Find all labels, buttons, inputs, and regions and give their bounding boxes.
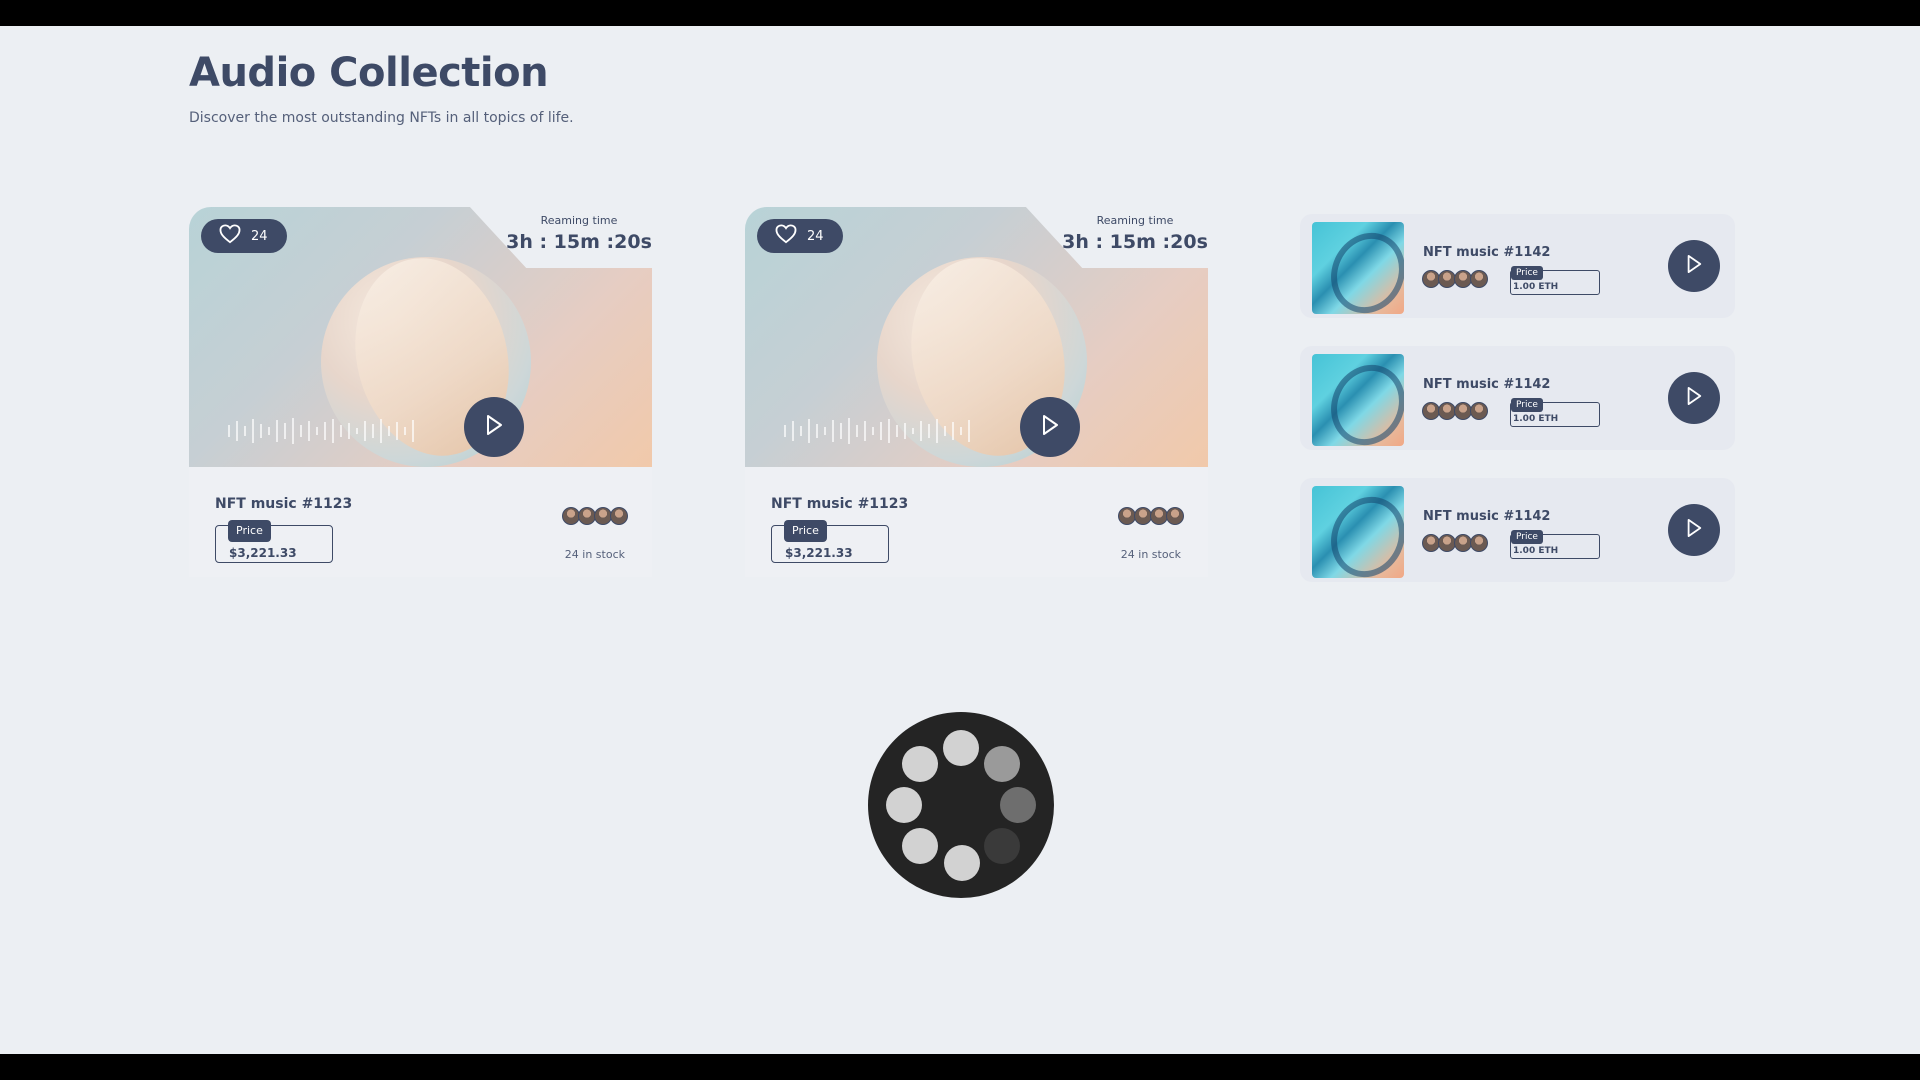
like-count: 24 bbox=[251, 228, 268, 244]
play-button[interactable] bbox=[1668, 504, 1720, 556]
stock-count: 24 in stock bbox=[564, 548, 625, 561]
spinner-dot bbox=[902, 746, 938, 782]
featured-card[interactable]: 24 Reaming time 3h : 15m :20s NFT music … bbox=[745, 206, 1245, 577]
price-box: Price 1.00 ETH bbox=[1510, 530, 1600, 559]
letterbox-top bbox=[0, 0, 1920, 26]
play-button[interactable] bbox=[1668, 240, 1720, 292]
remaining-time: 3h : 15m :20s bbox=[506, 231, 652, 253]
waveform bbox=[228, 418, 414, 444]
price-label: Price bbox=[784, 520, 827, 542]
nft-title: NFT music #1123 bbox=[215, 496, 353, 512]
card-info: NFT music #1123 Price $3,221.33 24 in st… bbox=[745, 467, 1208, 577]
heart-icon bbox=[775, 224, 797, 248]
price-value: 1.00 ETH bbox=[1513, 414, 1559, 424]
like-count: 24 bbox=[807, 228, 824, 244]
like-button[interactable]: 24 bbox=[757, 219, 843, 253]
page-title: Audio Collection bbox=[189, 50, 549, 96]
price-box: Price 1.00 ETH bbox=[1510, 398, 1600, 427]
nft-title: NFT music #1142 bbox=[1423, 377, 1551, 392]
nft-thumbnail bbox=[1312, 354, 1404, 446]
play-icon bbox=[1685, 254, 1703, 278]
remaining-time-label: Reaming time bbox=[540, 214, 618, 227]
avatar bbox=[1166, 507, 1184, 525]
spinner-dot bbox=[902, 828, 938, 864]
spinner-dot bbox=[984, 746, 1020, 782]
card-info: NFT music #1123 Price $3,221.33 24 in st… bbox=[189, 467, 652, 577]
letterbox-bottom bbox=[0, 1054, 1920, 1080]
spinner-dot bbox=[984, 828, 1020, 864]
nft-thumbnail bbox=[1312, 222, 1404, 314]
price-label: Price bbox=[1511, 398, 1543, 412]
owner-avatars bbox=[562, 507, 628, 525]
like-button[interactable]: 24 bbox=[201, 219, 287, 253]
price-label: Price bbox=[1511, 266, 1543, 280]
owner-avatars bbox=[1422, 534, 1488, 552]
play-icon bbox=[1685, 518, 1703, 542]
nft-title: NFT music #1142 bbox=[1423, 245, 1551, 260]
waveform bbox=[784, 418, 970, 444]
heart-icon bbox=[219, 224, 241, 248]
nft-title: NFT music #1123 bbox=[771, 496, 909, 512]
spinner-dot bbox=[886, 787, 922, 823]
page-subtitle: Discover the most outstanding NFTs in al… bbox=[189, 110, 574, 126]
spinner-dot bbox=[943, 730, 979, 766]
price-value: $3,221.33 bbox=[229, 546, 297, 560]
avatar bbox=[1470, 534, 1488, 552]
loading-spinner bbox=[868, 712, 1054, 898]
avatar bbox=[610, 507, 628, 525]
nft-thumbnail bbox=[1312, 486, 1404, 578]
avatar bbox=[1470, 270, 1488, 288]
owner-avatars bbox=[1118, 507, 1184, 525]
owner-avatars bbox=[1422, 270, 1488, 288]
spinner-dot bbox=[1000, 787, 1036, 823]
nft-list-item[interactable]: NFT music #1142 Price 1.00 ETH bbox=[1300, 478, 1735, 582]
featured-card[interactable]: 24 Reaming time 3h : 15m :20s NFT music … bbox=[189, 206, 689, 577]
price-box: Price 1.00 ETH bbox=[1510, 266, 1600, 295]
price-box: Price $3,221.33 bbox=[771, 520, 889, 563]
play-button[interactable] bbox=[464, 397, 524, 457]
nft-list-item[interactable]: NFT music #1142 Price 1.00 ETH bbox=[1300, 346, 1735, 450]
nft-list-item[interactable]: NFT music #1142 Price 1.00 ETH bbox=[1300, 214, 1735, 318]
remaining-time-label: Reaming time bbox=[1096, 214, 1174, 227]
stock-count: 24 in stock bbox=[1120, 548, 1181, 561]
play-icon bbox=[1040, 414, 1060, 440]
price-label: Price bbox=[1511, 530, 1543, 544]
spinner-dot bbox=[944, 845, 980, 881]
play-icon bbox=[484, 414, 504, 440]
play-button[interactable] bbox=[1020, 397, 1080, 457]
price-box: Price $3,221.33 bbox=[215, 520, 333, 563]
play-icon bbox=[1685, 386, 1703, 410]
owner-avatars bbox=[1422, 402, 1488, 420]
price-value: 1.00 ETH bbox=[1513, 282, 1559, 292]
avatar bbox=[1470, 402, 1488, 420]
price-value: $3,221.33 bbox=[785, 546, 853, 560]
play-button[interactable] bbox=[1668, 372, 1720, 424]
nft-title: NFT music #1142 bbox=[1423, 509, 1551, 524]
price-value: 1.00 ETH bbox=[1513, 546, 1559, 556]
remaining-time: 3h : 15m :20s bbox=[1062, 231, 1208, 253]
price-label: Price bbox=[228, 520, 271, 542]
